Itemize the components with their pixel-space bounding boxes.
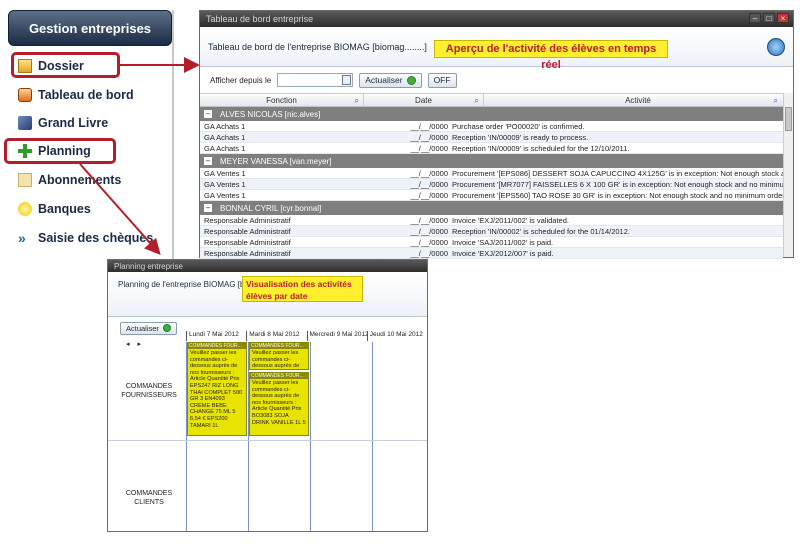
row-label-commandes-fournisseurs: COMMANDES FOURNISSEURS [121,383,177,399]
since-date-field[interactable] [277,73,354,87]
planning-titlebar: Planning entreprise [108,260,427,272]
column-date[interactable]: Date ⌕ [364,94,484,106]
table-row[interactable]: Responsable Administratif __/__/0000 Invoi… [200,215,783,226]
grid-body: – ALVES NICOLAS [nic.alves] GA Achats 1 __… [200,107,793,259]
scrollbar-thumb[interactable] [785,107,792,131]
day-header: Lundi 7 Mai 2012 [186,331,246,341]
table-row[interactable]: Responsable Administratif __/__/0000 Recep… [200,226,783,237]
grid-line [108,440,427,441]
since-label: Afficher depuis le [210,75,272,85]
refresh-button-label: Actualiser [365,75,403,85]
search-icon[interactable]: ⌕ [355,94,359,107]
table-row[interactable]: GA Ventes 1 __/__/0000 Procurement '[EPS08… [200,168,783,179]
table-row[interactable]: GA Ventes 1 __/__/0000 Procurement '[MR707… [200,179,783,190]
collapse-icon[interactable]: – [204,110,212,118]
next-week-icon[interactable]: ▸ [138,340,142,348]
table-row[interactable]: GA Ventes 1 __/__/0000 Procurement '[EPS56… [200,190,783,201]
off-button-label: OFF [433,75,451,85]
vertical-scrollbar[interactable] [783,93,793,257]
calendar-icon[interactable] [342,75,352,85]
grid-header: Fonction ⌕ Date ⌕ Activité ⌕ [200,93,793,107]
dashboard-callout: Aperçu de l'activité des élèves en temps… [434,40,668,71]
column-activite[interactable]: Activité ⌕ [484,94,793,106]
table-row[interactable]: GA Achats 1 __/__/0000 Reception 'IN/00009… [200,143,783,154]
planning-refresh-button[interactable]: Actualiser [120,321,177,335]
grid-line [372,342,373,531]
planning-refresh-label: Actualiser [126,323,159,333]
column-fonction[interactable]: Fonction ⌕ [200,94,364,106]
close-button[interactable]: × [777,13,789,23]
group-header[interactable]: – BONNAL CYRIL [cyr.bonnal] [200,201,783,215]
row-label-commandes-clients: COMMANDES CLIENTS [125,490,173,506]
table-row[interactable]: GA Achats 1 __/__/0000 Purchase order 'PO0… [200,121,783,132]
prev-week-icon[interactable]: ◂ [126,340,130,348]
grid-line [310,342,311,531]
table-row[interactable]: Responsable Administratif __/__/0000 Invoi… [200,237,783,248]
planning-event[interactable]: COMMANDES FOUR... Veuillez passer les co… [187,342,247,436]
dashboard-titlebar: Tableau de bord entreprise – □ × [200,11,793,27]
planning-window-title: Planning entreprise [114,261,183,271]
go-icon [406,75,416,85]
table-row[interactable]: Responsable Administratif __/__/0000 Invoi… [200,248,783,259]
group-header[interactable]: – MEYER VANESSA [van.meyer] [200,154,783,168]
planning-callout: Visualisation des activités élèves par d… [242,276,363,302]
planning-event[interactable]: COMMANDES FOUR... Veuillez passer les co… [249,372,309,436]
go-icon [162,324,171,332]
minimize-button[interactable]: – [749,13,761,23]
collapse-icon[interactable]: – [204,157,212,165]
dashboard-title: Tableau de bord de l'entreprise BIOMAG [… [208,41,427,52]
day-header: Mercredi 9 Mai 2012 [306,331,367,341]
day-header: Jeudi 10 Mai 2012 [366,331,427,341]
dashboard-window-title: Tableau de bord entreprise [206,14,314,24]
off-button[interactable]: OFF [427,72,457,88]
arrow-to-planning [79,163,161,255]
refresh-button[interactable]: Actualiser [359,72,422,88]
group-header[interactable]: – ALVES NICOLAS [nic.alves] [200,107,783,121]
collapse-icon[interactable]: – [204,204,212,212]
maximize-button[interactable]: □ [763,13,775,23]
planning-day-headers: Lundi 7 Mai 2012 Mardi 8 Mai 2012 Mercre… [186,331,427,341]
search-icon[interactable]: ⌕ [475,94,479,107]
dashboard-toolbar: Afficher depuis le Actualiser OFF [200,67,793,93]
table-row[interactable]: GA Achats 1 __/__/0000 Reception 'IN/00009… [200,132,783,143]
refresh-icon[interactable] [767,38,785,56]
grid-line [248,342,249,531]
planning-event[interactable]: COMMANDES FOUR... Veuillez passer les co… [249,342,309,370]
search-icon[interactable]: ⌕ [774,94,778,107]
day-header: Mardi 8 Mai 2012 [246,331,306,341]
